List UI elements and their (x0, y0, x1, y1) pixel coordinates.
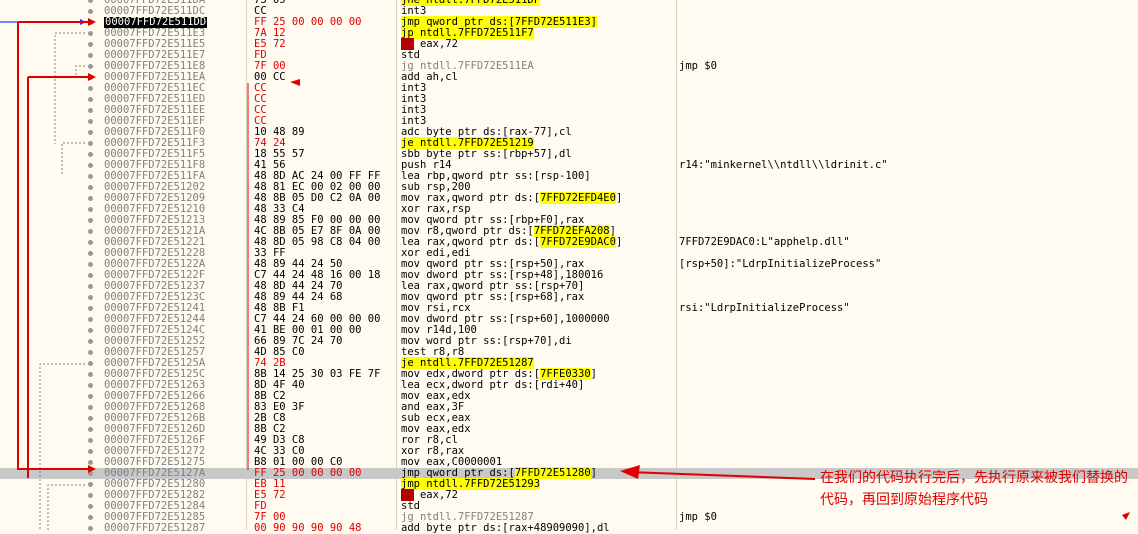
breakpoint-dot-icon[interactable] (88, 262, 93, 267)
breakpoint-dot-icon[interactable] (88, 0, 93, 3)
breakpoint-dot-icon[interactable] (88, 196, 93, 201)
breakpoint-dot-icon[interactable] (88, 273, 93, 278)
breakpoint-dot-icon[interactable] (88, 31, 93, 36)
breakpoint-dot-icon[interactable] (88, 119, 93, 124)
breakpoint-dot-icon[interactable] (88, 251, 93, 256)
instruction-comment: [rsp+50]:"LdrpInitializeProcess" (679, 258, 882, 270)
breakpoint-dot-icon[interactable] (88, 482, 93, 487)
instruction-segment: eax,72 (413, 38, 458, 50)
breakpoint-dot-icon[interactable] (88, 97, 93, 102)
breakpoint-dot-icon[interactable] (88, 460, 93, 465)
breakpoint-dot-icon[interactable] (88, 284, 93, 289)
instruction-segment: ] (615, 236, 623, 248)
breakpoint-dot-icon[interactable] (88, 163, 93, 168)
instruction-segment: add byte ptr ds:[rax+48909090],dl (401, 522, 610, 534)
disasm-row[interactable]: 00007FFD72E51287 00 90 90 90 90 48 add byt… (0, 523, 1138, 534)
breakpoint-dot-icon[interactable] (88, 295, 93, 300)
instruction-comment: r14:"minkernel\\ntdll\\ldrinit.c" (679, 159, 888, 171)
breakpoint-dot-icon[interactable] (88, 218, 93, 223)
breakpoint-dot-icon[interactable] (88, 372, 93, 377)
breakpoint-dot-icon[interactable] (88, 207, 93, 212)
breakpoint-dot-icon[interactable] (88, 229, 93, 234)
instruction-segment: eax,72 (413, 489, 458, 501)
breakpoint-dot-icon[interactable] (88, 328, 93, 333)
breakpoint-dot-icon[interactable] (88, 130, 93, 135)
breakpoint-dot-icon[interactable] (88, 152, 93, 157)
instruction-bytes: 00 90 90 90 90 48 (254, 522, 362, 534)
breakpoint-dot-icon[interactable] (88, 526, 93, 531)
breakpoint-dot-icon[interactable] (88, 75, 93, 80)
breakpoint-dot-icon[interactable] (88, 9, 93, 14)
instruction-comment: rsi:"LdrpInitializeProcess" (679, 302, 850, 314)
breakpoint-dot-icon[interactable] (88, 20, 93, 25)
breakpoint-dot-icon[interactable] (88, 449, 93, 454)
breakpoint-dot-icon[interactable] (88, 86, 93, 91)
breakpoint-dot-icon[interactable] (88, 240, 93, 245)
instruction-segment: ] (590, 368, 597, 380)
instruction-comment: jmp $0 (679, 511, 717, 523)
breakpoint-dot-icon[interactable] (88, 416, 93, 421)
instruction-segment: 7FFD72EFD4E0 (540, 192, 616, 204)
breakpoint-dot-icon[interactable] (88, 515, 93, 520)
instruction-address[interactable]: 00007FFD72E51287 (104, 523, 205, 534)
breakpoint-dot-icon[interactable] (88, 306, 93, 311)
breakpoint-dot-icon[interactable] (88, 174, 93, 179)
breakpoint-dot-icon[interactable] (88, 317, 93, 322)
breakpoint-dot-icon[interactable] (88, 383, 93, 388)
breakpoint-dot-icon[interactable] (88, 350, 93, 355)
breakpoint-dot-icon[interactable] (88, 438, 93, 443)
breakpoint-dot-icon[interactable] (88, 42, 93, 47)
breakpoint-dot-icon[interactable] (88, 64, 93, 69)
breakpoint-dot-icon[interactable] (88, 339, 93, 344)
instruction-text: add byte ptr ds:[rax+48909090],dl (401, 523, 610, 534)
breakpoint-dot-icon[interactable] (88, 141, 93, 146)
instruction-segment: ] (590, 467, 597, 479)
breakpoint-dot-icon[interactable] (88, 471, 93, 476)
breakpoint-dot-icon[interactable] (88, 108, 93, 113)
breakpoint-dot-icon[interactable] (88, 53, 93, 58)
instruction-segment: 7FFD72E9DAC0 (540, 236, 616, 248)
instruction-comment: jmp $0 (679, 60, 717, 72)
chinese-annotation: 在我们的代码执行完后，先执行原来被我们替换的代码，再回到原始程序代码 (820, 470, 1128, 508)
breakpoint-dot-icon[interactable] (88, 185, 93, 190)
instruction-comment: 7FFD72E9DAC0:L"apphelp.dll" (679, 236, 850, 248)
breakpoint-dot-icon[interactable] (88, 493, 93, 498)
breakpoint-dot-icon[interactable] (88, 405, 93, 410)
breakpoint-dot-icon[interactable] (88, 361, 93, 366)
breakpoint-dot-icon[interactable] (88, 504, 93, 509)
breakpoint-dot-icon[interactable] (88, 394, 93, 399)
breakpoint-dot-icon[interactable] (88, 427, 93, 432)
instruction-segment: ] (615, 192, 623, 204)
